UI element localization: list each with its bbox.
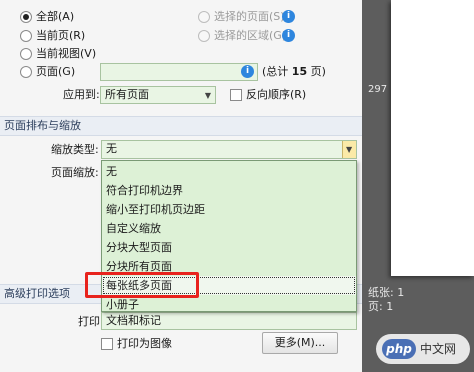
radio-selected-area-label[interactable]: 选择的区域(G) — [214, 29, 286, 43]
more-button[interactable]: 更多(M)... — [262, 332, 338, 354]
annotation-highlight-box — [85, 272, 199, 298]
info-icon[interactable]: i — [282, 29, 295, 42]
watermark-logo: php 中文网 — [376, 334, 470, 364]
watermark-text: 中文网 — [420, 342, 457, 356]
print-what-label: 打印 — [78, 315, 100, 328]
radio-selected-pages-label[interactable]: 选择的页面(S) — [214, 10, 285, 24]
preview-page — [391, 0, 474, 276]
radio-pages-label[interactable]: 页面(G) — [36, 65, 75, 79]
radio-selected-area[interactable] — [198, 30, 210, 42]
page-scale-label: 页面缩放: — [51, 166, 99, 179]
page-count-label: 页: 1 — [368, 300, 394, 313]
print-what-value: 文档和标记 — [106, 314, 161, 327]
radio-all[interactable] — [20, 11, 32, 23]
radio-current-view-label[interactable]: 当前视图(V) — [36, 47, 96, 61]
dropdown-option[interactable]: 分块大型页面 — [102, 238, 356, 257]
apply-to-label: 应用到: — [63, 88, 100, 101]
chevron-down-icon: ▼ — [346, 145, 353, 154]
chevron-down-icon: ▼ — [204, 91, 211, 100]
radio-pages[interactable] — [20, 66, 32, 78]
reverse-order-label[interactable]: 反向顺序(R) — [246, 88, 306, 102]
scale-type-label: 缩放类型: — [51, 143, 99, 156]
radio-current-page[interactable] — [20, 30, 32, 42]
scale-type-value: 无 — [106, 142, 117, 155]
dropdown-option[interactable]: 符合打印机边界 — [102, 181, 356, 200]
info-icon[interactable]: i — [282, 10, 295, 23]
pages-input[interactable]: i — [100, 63, 258, 81]
radio-all-label[interactable]: 全部(A) — [36, 10, 74, 24]
print-as-image-label[interactable]: 打印为图像 — [117, 337, 172, 351]
preview-page-number: 297 — [368, 84, 388, 95]
apply-to-select[interactable]: 所有页面 ▼ — [100, 86, 216, 104]
radio-current-page-label[interactable]: 当前页(R) — [36, 29, 85, 43]
apply-to-value: 所有页面 — [105, 88, 149, 101]
dropdown-option[interactable]: 缩小至打印机页边距 — [102, 200, 356, 219]
print-what-select[interactable]: 文档和标记 — [101, 312, 357, 330]
page-sizing-section-header: 页面排布与缩放 — [0, 116, 362, 136]
reverse-order-checkbox[interactable] — [230, 89, 242, 101]
dropdown-button[interactable]: ▼ — [342, 141, 356, 158]
info-icon[interactable]: i — [241, 65, 254, 78]
php-logo: php — [382, 339, 416, 359]
dropdown-option[interactable]: 自定义缩放 — [102, 219, 356, 238]
radio-selected-pages[interactable] — [198, 11, 210, 23]
radio-current-view[interactable] — [20, 48, 32, 60]
dropdown-option[interactable]: 无 — [102, 162, 356, 181]
total-pages-text: (总计 15 页) — [262, 65, 326, 78]
scale-type-select[interactable]: 无 ▼ — [101, 140, 357, 159]
print-as-image-checkbox[interactable] — [101, 338, 113, 350]
